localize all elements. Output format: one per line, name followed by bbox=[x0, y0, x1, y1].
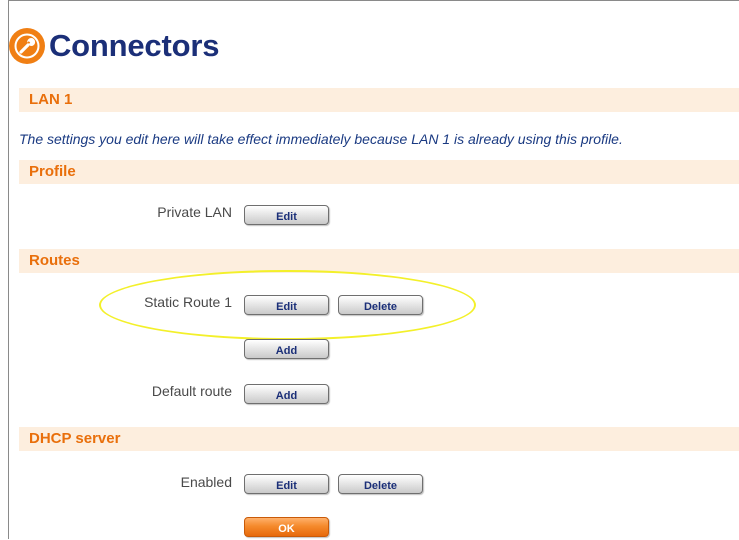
dhcp-delete-button[interactable]: Delete bbox=[338, 474, 423, 494]
page-title: Connectors bbox=[49, 28, 220, 63]
page-header: Connectors bbox=[9, 26, 219, 66]
wrench-icon bbox=[9, 28, 45, 64]
section-header-routes: Routes bbox=[19, 249, 739, 273]
profile-edit-button[interactable]: Edit bbox=[244, 205, 329, 225]
default-route-add-button[interactable]: Add bbox=[244, 384, 329, 404]
section-header-lan: LAN 1 bbox=[19, 88, 739, 112]
notice-text: The settings you edit here will take eff… bbox=[19, 131, 623, 147]
static-route-label: Static Route 1 bbox=[144, 294, 232, 310]
dhcp-edit-button[interactable]: Edit bbox=[244, 474, 329, 494]
static-route-edit-button[interactable]: Edit bbox=[244, 295, 329, 315]
profile-label: Private LAN bbox=[157, 204, 232, 220]
ok-button[interactable]: OK bbox=[244, 517, 329, 537]
static-route-delete-button[interactable]: Delete bbox=[338, 295, 423, 315]
dhcp-enabled-label: Enabled bbox=[180, 474, 232, 490]
section-header-profile: Profile bbox=[19, 160, 739, 184]
section-header-dhcp: DHCP server bbox=[19, 427, 739, 451]
add-route-button[interactable]: Add bbox=[244, 339, 329, 359]
default-route-label: Default route bbox=[151, 383, 232, 399]
